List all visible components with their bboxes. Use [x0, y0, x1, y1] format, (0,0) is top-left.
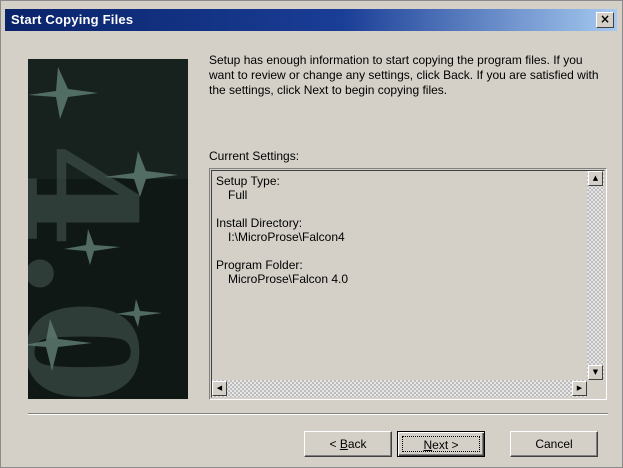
next-button[interactable]: Next > [397, 431, 485, 457]
vertical-scrollbar[interactable]: ▲ ▼ [587, 171, 604, 380]
button-separator [28, 413, 608, 415]
setting-value: I:\MicroProse\Falcon4 [228, 230, 345, 244]
arrow-right-icon: ▶ [576, 384, 583, 392]
falcon-jets-banner-icon: 4.0 [28, 59, 188, 399]
setting-heading: Program Folder: [216, 258, 303, 272]
back-prefix: < [329, 437, 340, 451]
current-settings-listbox[interactable]: Setup Type: Full Install Directory: I:\M… [209, 168, 607, 400]
setting-install-directory: Install Directory: I:\MicroProse\Falcon4 [216, 216, 348, 244]
falcon-banner-image: 4.0 [28, 59, 188, 399]
title-bar[interactable]: Start Copying Files × [5, 9, 617, 31]
scroll-up-button[interactable]: ▲ [588, 171, 603, 186]
arrow-left-icon: ◀ [216, 384, 223, 392]
setting-setup-type: Setup Type: Full [216, 174, 348, 202]
arrow-down-icon: ▼ [592, 368, 599, 376]
banner-numerals: 4.0 [28, 143, 168, 399]
horizontal-scrollbar[interactable]: ◀ ▶ [212, 380, 587, 397]
settings-content: Setup Type: Full Install Directory: I:\M… [216, 174, 348, 300]
setup-dialog: Start Copying Files × 4.0 Setup has enou… [0, 0, 623, 468]
scroll-down-button[interactable]: ▼ [588, 365, 603, 380]
scrollbar-corner [587, 380, 604, 397]
setting-heading: Setup Type: [216, 174, 280, 188]
back-label-rest: ack [347, 437, 367, 451]
back-access-key: B [339, 437, 348, 451]
scroll-left-button[interactable]: ◀ [212, 381, 227, 396]
intro-text: Setup has enough information to start co… [209, 53, 599, 97]
setting-heading: Install Directory: [216, 216, 303, 230]
current-settings-label: Current Settings: [209, 149, 300, 163]
setting-value: Full [228, 188, 248, 202]
setting-program-folder: Program Folder: MicroProse\Falcon 4.0 [216, 258, 348, 286]
window-title: Start Copying Files [11, 12, 134, 27]
back-button[interactable]: < Back [304, 431, 392, 457]
scroll-right-button[interactable]: ▶ [572, 381, 587, 396]
next-label-rest: ext > [432, 438, 459, 452]
close-button[interactable]: × [596, 12, 614, 28]
close-icon: × [599, 12, 611, 26]
cancel-button[interactable]: Cancel [510, 431, 598, 457]
setting-value: MicroProse\Falcon 4.0 [228, 272, 349, 286]
next-access-key: N [423, 438, 433, 452]
focus-rectangle: Next > [402, 436, 480, 452]
arrow-up-icon: ▲ [592, 174, 599, 182]
